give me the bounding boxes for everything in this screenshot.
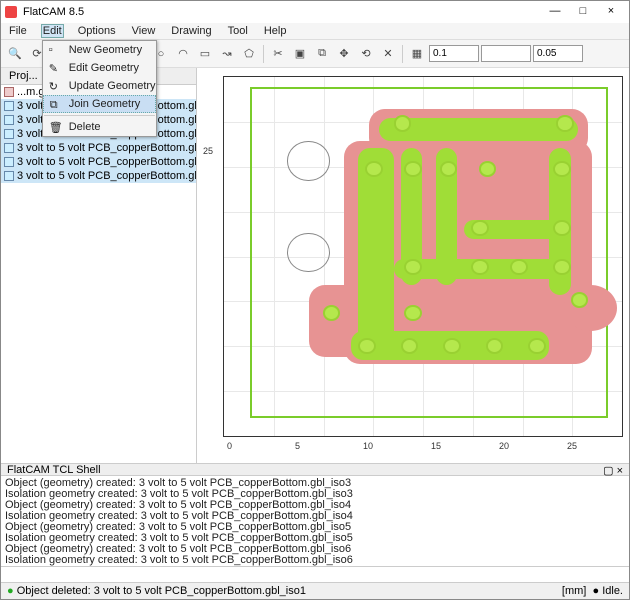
title-bar: FlatCAM 8.5 — □ × [1, 1, 629, 23]
x-tick: 0 [227, 441, 232, 451]
status-message: Object deleted: 3 volt to 5 volt PCB_cop… [17, 585, 306, 597]
x-tick: 25 [567, 441, 577, 451]
menu-new-geometry[interactable]: ▫New Geometry [43, 41, 156, 59]
menu-edit-geometry[interactable]: ✎Edit Geometry [43, 59, 156, 77]
project-item-label: 3 volt to 5 volt PCB_copperBottom.gbl_is… [17, 142, 196, 154]
x-tick: 10 [363, 441, 373, 451]
menu-separator [44, 115, 155, 116]
project-item-label: 3 volt to 5 volt PCB_copperBottom.gbl_is… [17, 156, 196, 168]
project-list[interactable]: ...m.gbl3 volt to 5 volt PCB_copperBotto… [1, 85, 196, 463]
search-icon[interactable]: 🔍 [5, 44, 25, 64]
x-tick: 20 [499, 441, 509, 451]
union-icon[interactable]: ▣ [290, 44, 310, 64]
shell-input[interactable] [1, 566, 629, 582]
geometry-icon [4, 157, 14, 167]
poly-icon[interactable]: ⬠ [239, 44, 259, 64]
arc-icon[interactable]: ◠ [173, 44, 193, 64]
new-icon: ▫ [49, 44, 61, 56]
menu-bar: File Edit ▫New Geometry ✎Edit Geometry ↻… [1, 23, 629, 40]
tcl-shell[interactable]: Object (geometry) created: 3 volt to 5 v… [1, 476, 629, 566]
grid-x-field[interactable] [429, 45, 479, 62]
project-item-label: 3 volt to 5 volt PCB_copperBottom.gbl_is… [17, 170, 196, 182]
del-toolbar-icon[interactable]: ✕ [378, 44, 398, 64]
edit-dropdown: ▫New Geometry ✎Edit Geometry ↻Update Geo… [42, 40, 157, 137]
path-icon[interactable]: ↝ [217, 44, 237, 64]
x-tick: 15 [431, 441, 441, 451]
menu-view[interactable]: View [130, 24, 158, 38]
app-icon [5, 6, 17, 18]
menu-delete[interactable]: 🗑Delete [43, 118, 156, 136]
delete-icon: 🗑 [49, 121, 61, 133]
geometry-icon [4, 171, 14, 181]
move-icon[interactable]: ✥ [334, 44, 354, 64]
menu-update-geometry[interactable]: ↻Update Geometry [43, 77, 156, 95]
menu-file[interactable]: File [7, 24, 29, 38]
project-item[interactable]: 3 volt to 5 volt PCB_copperBottom.gbl_is… [1, 155, 196, 169]
geometry-icon [4, 115, 14, 125]
close-button[interactable]: × [597, 2, 625, 22]
menu-join-geometry[interactable]: ⧉Join Geometry [43, 95, 156, 113]
menu-help[interactable]: Help [262, 24, 289, 38]
y-tick: 25 [203, 146, 213, 156]
canvas[interactable]: 25 0 5 10 15 20 25 [197, 68, 629, 463]
plot-area[interactable] [223, 76, 623, 437]
cut-icon[interactable]: ✂ [268, 44, 288, 64]
menu-options[interactable]: Options [76, 24, 118, 38]
grid-y-field[interactable] [481, 45, 531, 62]
join-icon: ⧉ [50, 99, 62, 111]
project-item[interactable]: 3 volt to 5 volt PCB_copperBottom.gbl_is… [1, 169, 196, 183]
status-idle: ● Idle. [593, 585, 624, 597]
shell-close-icon[interactable]: ▢ × [603, 464, 623, 475]
pcb-outline [250, 87, 608, 418]
status-bar: ● Object deleted: 3 volt to 5 volt PCB_c… [1, 582, 629, 599]
menu-drawing[interactable]: Drawing [169, 24, 213, 38]
x-tick: 5 [295, 441, 300, 451]
minimize-button[interactable]: — [541, 2, 569, 22]
status-units: [mm] [562, 585, 586, 597]
update-icon: ↻ [49, 80, 61, 92]
menu-tool[interactable]: Tool [226, 24, 250, 38]
shell-title: FlatCAM TCL Shell [7, 464, 101, 475]
project-item[interactable]: 3 volt to 5 volt PCB_copperBottom.gbl_is… [1, 141, 196, 155]
tab-project[interactable]: Proj... [1, 68, 47, 85]
edit-icon: ✎ [49, 62, 61, 74]
rect-icon[interactable]: ▭ [195, 44, 215, 64]
geometry-icon [4, 129, 14, 139]
rot-icon[interactable]: ⟲ [356, 44, 376, 64]
shell-header: FlatCAM TCL Shell ▢ × [1, 463, 629, 476]
geometry-icon [4, 87, 14, 97]
copy-icon[interactable]: ⧉ [312, 44, 332, 64]
window-title: FlatCAM 8.5 [23, 6, 84, 18]
geometry-icon [4, 101, 14, 111]
step-field[interactable] [533, 45, 583, 62]
menu-edit[interactable]: Edit ▫New Geometry ✎Edit Geometry ↻Updat… [41, 24, 64, 38]
geometry-icon [4, 143, 14, 153]
maximize-button[interactable]: □ [569, 2, 597, 22]
grid-icon[interactable]: ▦ [407, 44, 427, 64]
